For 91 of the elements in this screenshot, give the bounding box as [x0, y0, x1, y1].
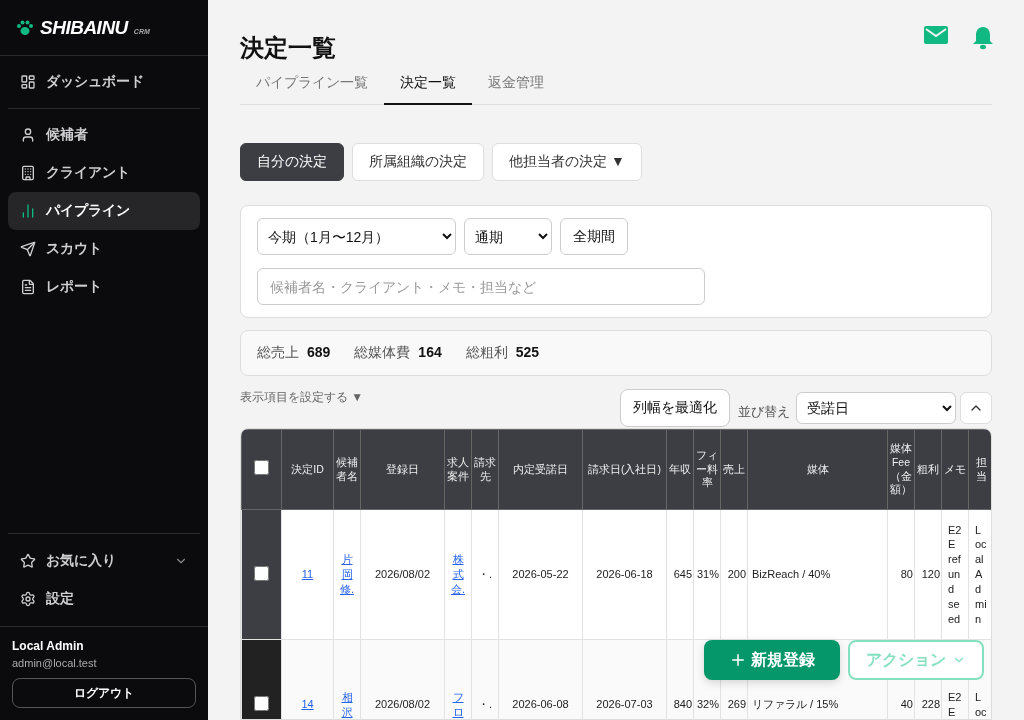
nav-item[interactable]: パイプライン: [8, 192, 200, 230]
column-header[interactable]: 求人案件: [444, 429, 472, 510]
table-cell: ・.: [477, 568, 493, 581]
person-icon: [20, 127, 36, 143]
tab[interactable]: 返金管理: [472, 68, 560, 105]
column-header[interactable]: 年収: [666, 429, 694, 510]
sort-label: 並び替え: [738, 403, 790, 421]
table-cell: 2026-07-03: [596, 698, 653, 711]
column-header[interactable]: フィー料率: [693, 429, 721, 510]
table-cell: リファラル / 15%: [752, 698, 839, 711]
column-header[interactable]: 内定受諾日: [498, 429, 583, 510]
row-checkbox[interactable]: [254, 566, 269, 581]
scope-button[interactable]: 自分の決定: [240, 143, 344, 181]
table-cell: LocalAdmin: [975, 523, 987, 625]
column-header[interactable]: 請求先: [471, 429, 499, 510]
total-label: 総売上: [257, 344, 299, 362]
table-cell: ・.: [477, 698, 493, 711]
sort-direction-button[interactable]: [960, 392, 992, 424]
search-field[interactable]: 候補者名・クライアント・メモ・担当など: [257, 268, 705, 305]
sort-select[interactable]: 受諾日: [796, 392, 956, 424]
bar-chart-icon: [20, 203, 36, 219]
send-icon: [20, 241, 36, 257]
table-cell: 228: [921, 698, 940, 711]
user-name: Local Admin: [12, 639, 85, 653]
bell-icon[interactable]: [972, 26, 994, 50]
column-header[interactable]: 担当: [968, 429, 991, 510]
total-value: 689: [307, 344, 331, 362]
row-checkbox[interactable]: [254, 696, 269, 711]
tab[interactable]: パイプライン一覧: [240, 68, 384, 105]
user-email: admin@local.test: [12, 657, 98, 669]
column-header[interactable]: 候補者名: [333, 429, 361, 510]
nav-item[interactable]: スカウト: [8, 230, 200, 268]
table-cell: 2026-05-22: [512, 568, 569, 581]
new-entry-button[interactable]: 新規登録: [704, 640, 840, 680]
page-title: 決定一覧: [240, 33, 336, 63]
mail-icon[interactable]: [924, 26, 948, 44]
total-value: 164: [418, 344, 442, 362]
tab[interactable]: 決定一覧: [384, 68, 472, 105]
table-cell: 120: [921, 568, 940, 581]
column-header[interactable]: 請求日(入社日): [582, 429, 667, 510]
table-cell: 80: [900, 568, 913, 581]
scope-button[interactable]: 他担当者の決定 ▼: [492, 143, 642, 181]
nav-item[interactable]: お気に入り: [8, 542, 200, 580]
table-cell: 269: [727, 698, 746, 711]
table-link[interactable]: 11: [286, 567, 329, 582]
settings-icon: [20, 591, 36, 607]
nav-item[interactable]: クライアント: [8, 154, 200, 192]
plus-icon: [729, 651, 747, 669]
column-header[interactable]: 粗利: [914, 429, 942, 510]
fit-columns-button[interactable]: 列幅を最適化: [620, 389, 730, 427]
table-cell: 645: [673, 568, 692, 581]
logout-button[interactable]: ログアウト: [12, 678, 196, 708]
table-cell: BizReach / 40%: [752, 568, 831, 581]
table-cell: 40: [900, 698, 913, 711]
table-link[interactable]: 14: [286, 697, 329, 712]
table-cell: 2026/08/02: [374, 568, 431, 581]
table-cell: E2E refund seed: [948, 523, 962, 625]
table-cell: 32%: [696, 698, 719, 711]
table-cell: E2E: [948, 690, 962, 718]
total-label: 総媒体費: [354, 344, 411, 362]
nav-item[interactable]: レポート: [8, 268, 200, 306]
column-header[interactable]: 登録日: [360, 429, 445, 510]
column-header[interactable]: 媒体Fee（金額）: [887, 429, 915, 510]
nav-item[interactable]: 設定: [8, 580, 200, 618]
column-header[interactable]: メモ: [941, 429, 969, 510]
total-label: 総粗利: [465, 344, 508, 362]
period-select[interactable]: 今期（1月〜12月）: [257, 218, 456, 255]
table-cell: 2026-06-08: [512, 698, 569, 711]
table-cell: Loc: [975, 690, 987, 718]
term-select[interactable]: 通期: [464, 218, 552, 255]
column-header[interactable]: 媒体: [747, 429, 888, 510]
column-header[interactable]: 決定ID: [281, 429, 334, 510]
table-cell: 840: [673, 698, 692, 711]
nav-item[interactable]: 候補者: [8, 116, 200, 154]
star-icon: [20, 553, 36, 569]
table-cell: 31%: [696, 568, 719, 581]
total-value: 525: [515, 344, 540, 362]
table-cell: 2026/08/02: [374, 698, 431, 711]
dashboard-icon: [20, 74, 36, 90]
column-settings-link[interactable]: 表示項目を設定する ▼: [240, 389, 364, 406]
paw-logo-icon: [16, 19, 34, 36]
select-all-checkbox[interactable]: [254, 460, 269, 476]
logo-text: SHIBAINU: [40, 16, 128, 39]
document-icon: [20, 279, 36, 295]
column-header[interactable]: 売上: [720, 429, 748, 510]
scope-button[interactable]: 所属組織の決定: [352, 143, 484, 181]
nav-item[interactable]: ダッシュボード: [8, 63, 200, 101]
table-cell: 200: [727, 568, 746, 581]
table-cell: 2026-06-18: [596, 568, 653, 581]
building-icon: [20, 165, 36, 181]
all-period-button[interactable]: 全期間: [560, 218, 628, 255]
